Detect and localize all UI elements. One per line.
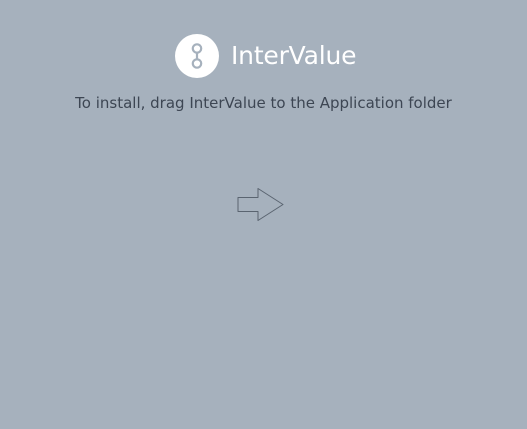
install-instruction: To install, drag InterValue to the Appli… [75, 94, 452, 112]
installer-window: InterValue To install, drag InterValue t… [0, 0, 527, 429]
arrow-right-icon [237, 188, 284, 221]
app-name: InterValue [231, 41, 357, 70]
brand-header: InterValue [175, 34, 357, 78]
intervalue-logo-icon [175, 34, 219, 78]
